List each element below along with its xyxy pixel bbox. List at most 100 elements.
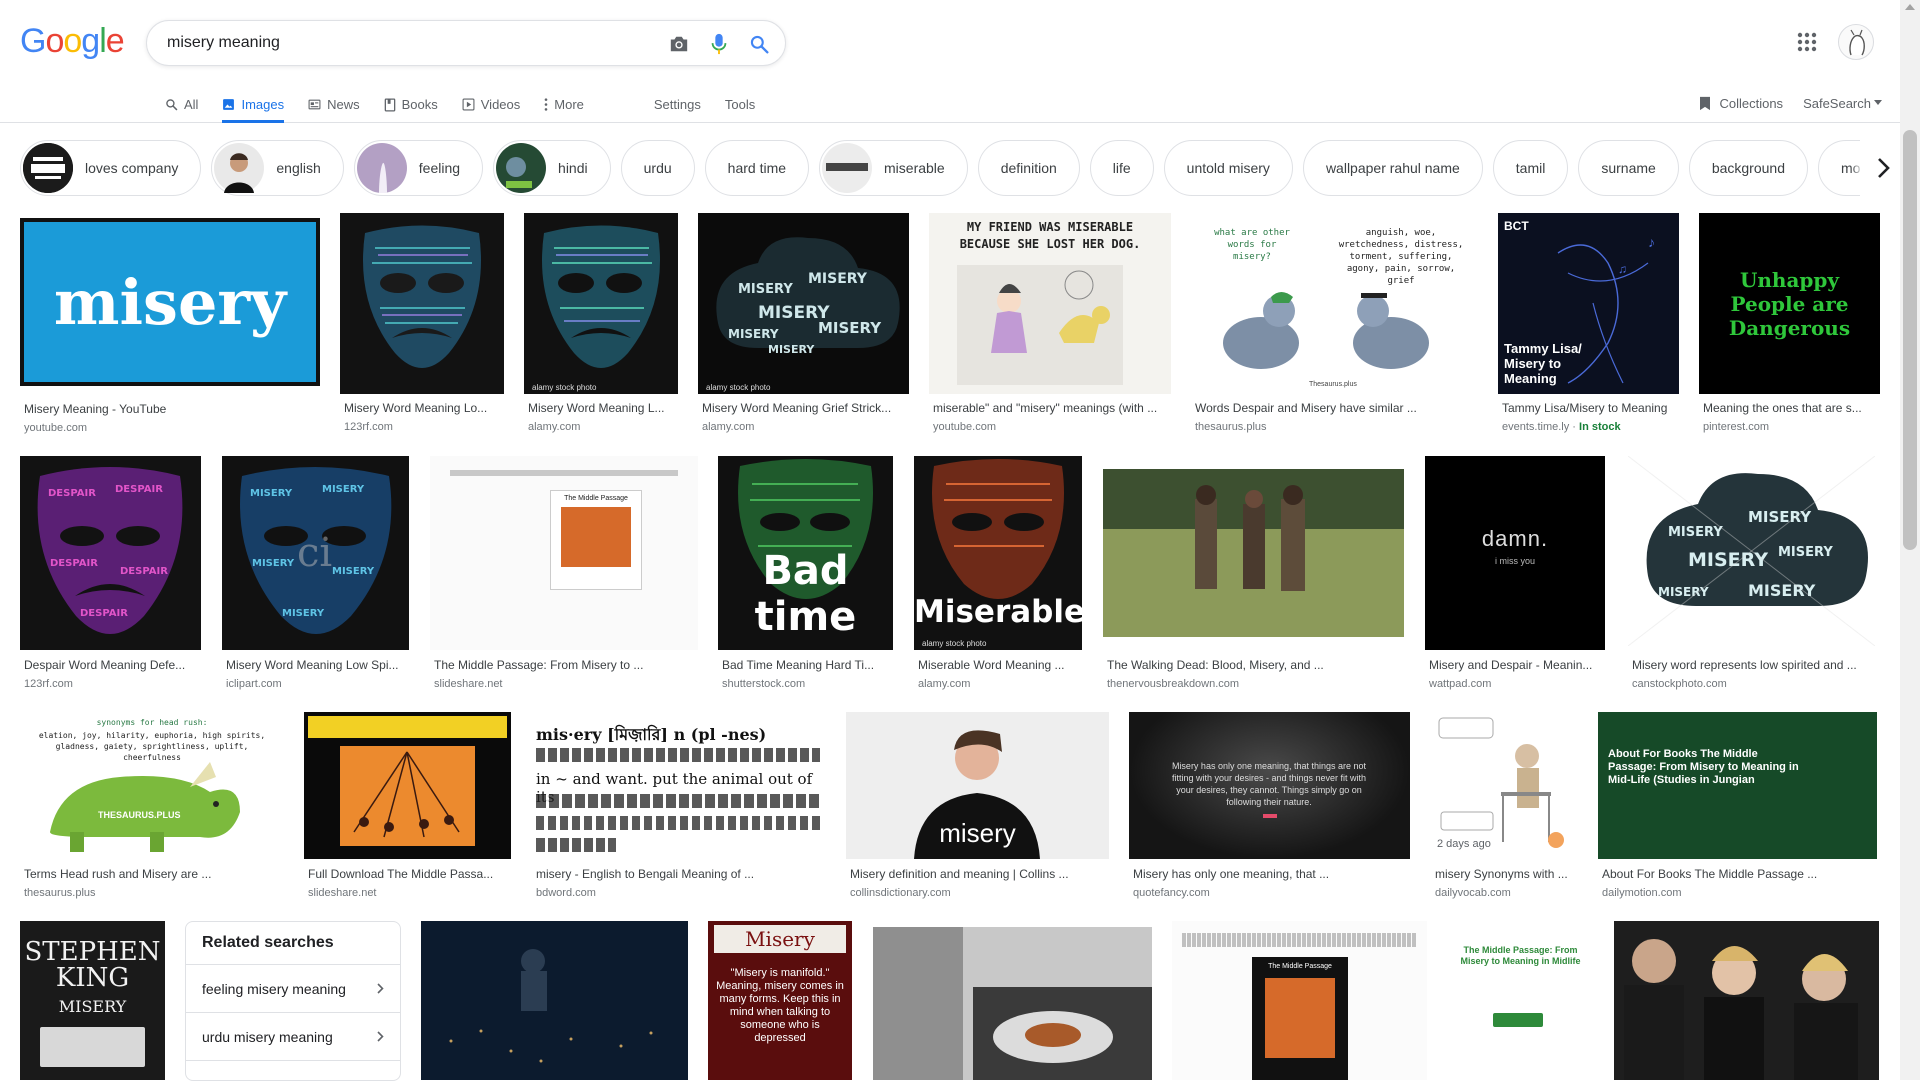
chip-untold-misery[interactable]: untold misery	[1163, 140, 1293, 196]
result-thumbnail[interactable]: MISERY MISERY MISERY MISERY MISERY MISERY a…	[698, 213, 909, 394]
result-thumbnail[interactable]: Miserable alamy stock photo	[914, 456, 1082, 650]
search-input[interactable]: misery meaning	[167, 34, 280, 52]
safesearch-button[interactable]: SafeSearch	[1803, 96, 1882, 111]
result-thumbnail[interactable]: MISERY MISERY MISERY MISERY MISERY MISERY	[1628, 456, 1875, 646]
result-source[interactable]: canstockphoto.com	[1632, 678, 1727, 690]
image-result[interactable]: 2 days ago misery Synonyms with ... dail…	[1431, 712, 1578, 902]
image-result[interactable]: Bad time Bad Time Meaning Hard Ti... shu…	[718, 456, 893, 696]
collections-button[interactable]: Collections	[1699, 96, 1783, 111]
image-result[interactable]: STEPHEN KING MISERY	[20, 921, 165, 1080]
image-result[interactable]: The Walking Dead: Blood, Misery, and ...…	[1103, 469, 1404, 696]
result-thumbnail[interactable]: The Middle Passage	[430, 456, 698, 650]
result-thumbnail[interactable]: mis·ery [মিজ়ারি] n (pl -nes) in ~ and w…	[532, 712, 826, 859]
result-title[interactable]: Tammy Lisa/Misery to Meaning	[1502, 401, 1677, 415]
result-title[interactable]: Misery word represents low spirited and …	[1632, 658, 1873, 672]
result-source[interactable]: youtube.com	[24, 422, 87, 434]
result-source[interactable]: slideshare.net	[308, 887, 377, 899]
result-title[interactable]: Full Download The Middle Passa...	[308, 867, 509, 881]
result-source[interactable]: dailymotion.com	[1602, 887, 1681, 899]
result-source[interactable]: iclipart.com	[226, 678, 282, 690]
result-source[interactable]: bdword.com	[536, 887, 596, 899]
scrollbar-thumb[interactable]	[1903, 130, 1917, 550]
result-thumbnail[interactable]: what are other words for misery? anguish…	[1191, 213, 1478, 394]
result-thumbnail[interactable]: The Middle Passage	[1172, 921, 1427, 1080]
result-title[interactable]: Despair Word Meaning Defe...	[24, 658, 199, 672]
chip-feeling[interactable]: feeling	[353, 140, 484, 196]
search-box[interactable]: misery meaning	[146, 20, 786, 66]
result-source[interactable]: youtube.com	[933, 421, 996, 433]
result-title[interactable]: Misery definition and meaning | Collins …	[850, 867, 1107, 881]
result-thumbnail[interactable]	[421, 921, 688, 1080]
image-result[interactable]: About For Books The Middle Passage: From…	[1598, 712, 1877, 902]
result-source[interactable]: events.time.ly · In stock	[1502, 421, 1621, 433]
result-thumbnail[interactable]: Unhappy People are Dangerous	[1699, 213, 1880, 394]
result-title[interactable]: miserable" and "misery" meanings (with .…	[933, 401, 1169, 415]
result-title[interactable]: Misery Word Meaning Grief Strick...	[702, 401, 907, 415]
image-result[interactable]: misery Misery Meaning - YouTube youtube.…	[20, 218, 320, 438]
result-title[interactable]: Misery and Despair - Meanin...	[1429, 658, 1603, 672]
chip-surname[interactable]: surname	[1578, 140, 1679, 196]
chip-wallpaper-rahul-name[interactable]: wallpaper rahul name	[1302, 140, 1483, 196]
result-thumbnail[interactable]: misery	[20, 218, 320, 386]
image-result[interactable]: The Middle Passage: From Misery to Meani…	[1447, 921, 1594, 1080]
result-source[interactable]: 123rf.com	[24, 678, 73, 690]
related-search-item[interactable]: urdu misery meaning	[186, 1013, 400, 1061]
chip-english[interactable]: english	[211, 140, 344, 196]
result-thumbnail[interactable]: damn. i miss you	[1425, 456, 1605, 650]
result-thumbnail[interactable]	[304, 712, 511, 859]
scroll-up-arrow-icon[interactable]	[1905, 4, 1915, 10]
tab-tools[interactable]: Tools	[725, 88, 755, 121]
chip-loves-company[interactable]: loves company	[20, 140, 202, 196]
camera-icon[interactable]	[667, 32, 691, 56]
result-thumbnail[interactable]: DESPAIR DESPAIR DESPAIR DESPAIR DESPAIR	[20, 456, 201, 650]
result-thumbnail[interactable]: 2 days ago	[1431, 712, 1578, 859]
image-result[interactable]: MY FRIEND WAS MISERABLE BECAUSE SHE LOST…	[929, 213, 1171, 438]
result-thumbnail[interactable]: Misery "Misery is manifold." Meaning, mi…	[708, 921, 852, 1080]
result-source[interactable]: shutterstock.com	[722, 678, 805, 690]
image-result[interactable]: alamy stock photo Misery Word Meaning L.…	[524, 213, 678, 438]
apps-grid-icon[interactable]	[1795, 30, 1819, 54]
result-source[interactable]: alamy.com	[528, 421, 580, 433]
image-result[interactable]: mis·ery [মিজ়ারি] n (pl -nes) in ~ and w…	[532, 712, 826, 902]
result-thumbnail[interactable]: MISERY MISERY MISERY MISERY MISERY ci	[222, 456, 409, 650]
result-title[interactable]: Misery Word Meaning Lo...	[344, 401, 500, 415]
result-thumbnail[interactable]: About For Books The Middle Passage: From…	[1598, 712, 1877, 859]
chip-hindi[interactable]: hindi	[493, 140, 611, 196]
image-result[interactable]: Miserable alamy stock photo Miserable Wo…	[914, 456, 1082, 696]
result-thumbnail[interactable]: STEPHEN KING MISERY	[20, 921, 165, 1080]
tab-more[interactable]: More	[544, 88, 584, 121]
result-thumbnail[interactable]: The Middle Passage: From Misery to Meani…	[1447, 921, 1594, 1080]
chip-life[interactable]: life	[1089, 140, 1154, 196]
result-title[interactable]: Bad Time Meaning Hard Ti...	[722, 658, 891, 672]
result-source[interactable]: pinterest.com	[1703, 421, 1769, 433]
image-result[interactable]: DESPAIR DESPAIR DESPAIR DESPAIR DESPAIR Desp…	[20, 456, 201, 696]
tab-books[interactable]: Books	[384, 88, 438, 121]
result-source[interactable]: thesaurus.plus	[24, 887, 96, 899]
tab-settings[interactable]: Settings	[654, 88, 701, 121]
image-result[interactable]: BCT ♪ ♫ Tammy Lisa/ Misery to Meaning Tam…	[1498, 213, 1679, 438]
result-title[interactable]: Meaning the ones that are s...	[1703, 401, 1878, 415]
result-title[interactable]: misery Synonyms with ...	[1435, 867, 1576, 881]
image-result[interactable]: Full Download The Middle Passa... slides…	[304, 712, 511, 902]
result-thumbnail[interactable]: misery	[846, 712, 1109, 859]
image-result[interactable]: The Middle Passage	[1172, 921, 1427, 1080]
result-thumbnail[interactable]: BCT ♪ ♫ Tammy Lisa/ Misery to Meaning	[1498, 213, 1679, 394]
result-thumbnail[interactable]: MY FRIEND WAS MISERABLE BECAUSE SHE LOST…	[929, 213, 1171, 394]
search-icon[interactable]	[747, 32, 771, 56]
result-title[interactable]: Misery has only one meaning, that ...	[1133, 867, 1408, 881]
result-thumbnail[interactable]: Bad time	[718, 456, 893, 650]
image-result[interactable]: what are other words for misery? anguish…	[1191, 213, 1478, 438]
image-result[interactable]: damn. i miss you Misery and Despair - Me…	[1425, 456, 1605, 696]
image-result[interactable]	[421, 921, 688, 1080]
image-result[interactable]: MISERY MISERY MISERY MISERY MISERY MISERY a…	[698, 213, 909, 438]
result-source[interactable]: thesaurus.plus	[1195, 421, 1267, 433]
result-source[interactable]: thenervousbreakdown.com	[1107, 678, 1239, 690]
result-title[interactable]: The Middle Passage: From Misery to ...	[434, 658, 696, 672]
result-source[interactable]: alamy.com	[702, 421, 754, 433]
result-thumbnail[interactable]	[873, 927, 1152, 1080]
image-result[interactable]	[873, 927, 1152, 1080]
chip-model[interactable]: model	[1818, 140, 1860, 196]
image-result[interactable]: Misery Word Meaning Lo... 123rf.com	[340, 213, 504, 438]
result-title[interactable]: Terms Head rush and Misery are ...	[24, 867, 282, 881]
result-source[interactable]: dailyvocab.com	[1435, 887, 1511, 899]
